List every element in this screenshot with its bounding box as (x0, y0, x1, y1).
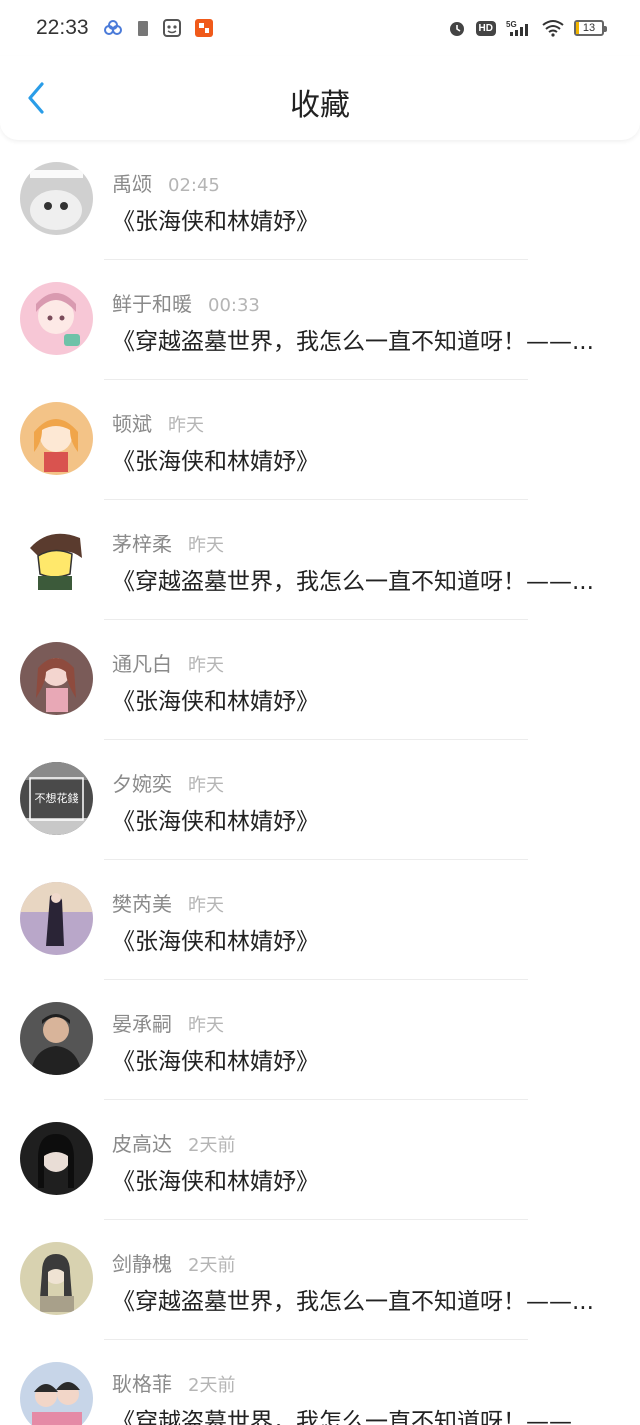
item-name: 鲜于和暖 (112, 292, 192, 316)
status-left: 22:33 (36, 16, 213, 40)
item-message: 《穿越盗墓世界，我怎么一直不知道呀！——... (112, 1409, 594, 1425)
app-badge-icon (162, 19, 181, 37)
avatar (20, 1002, 93, 1075)
list-item[interactable]: 茅梓柔 昨天 《穿越盗墓世界，我怎么一直不知道呀！——... (0, 500, 640, 620)
favorites-list: 禹颂 02:45 《张海侠和林婧妤》 鲜于和暖 00:33 《穿越盗墓世界，我怎… (0, 140, 640, 1425)
item-name: 通凡白 (112, 652, 172, 676)
item-meta: 晏承嗣 昨天 (112, 1008, 224, 1037)
item-message: 《穿越盗墓世界，我怎么一直不知道呀！——... (112, 1289, 594, 1315)
item-message: 《穿越盗墓世界，我怎么一直不知道呀！——... (112, 329, 594, 355)
list-item[interactable]: 皮高达 2天前 《张海侠和林婧妤》 (0, 1100, 640, 1220)
list-item[interactable]: 樊芮美 昨天 《张海侠和林婧妤》 (0, 860, 640, 980)
item-time: 昨天 (188, 895, 224, 916)
signal-5g-icon: 5G (506, 19, 532, 37)
list-item[interactable]: 剑静槐 2天前 《穿越盗墓世界，我怎么一直不知道呀！——... (0, 1220, 640, 1340)
item-message: 《张海侠和林婧妤》 (112, 929, 319, 955)
item-message: 《张海侠和林婧妤》 (112, 1049, 319, 1075)
list-item[interactable]: 鲜于和暖 00:33 《穿越盗墓世界，我怎么一直不知道呀！——... (0, 260, 640, 380)
item-name: 樊芮美 (112, 892, 172, 916)
item-name: 剑静槐 (112, 1252, 172, 1276)
item-time: 2天前 (188, 1135, 236, 1156)
status-time: 22:33 (36, 16, 89, 39)
item-time: 00:33 (208, 295, 260, 316)
item-meta: 通凡白 昨天 (112, 648, 224, 677)
item-message: 《张海侠和林婧妤》 (112, 809, 319, 835)
avatar (20, 402, 93, 475)
list-item[interactable]: 晏承嗣 昨天 《张海侠和林婧妤》 (0, 980, 640, 1100)
avatar (20, 1122, 93, 1195)
list-item[interactable]: 顿斌 昨天 《张海侠和林婧妤》 (0, 380, 640, 500)
wifi-icon (542, 19, 564, 37)
item-meta: 皮高达 2天前 (112, 1128, 235, 1157)
battery-icon: 13 (574, 20, 607, 36)
avatar (20, 642, 93, 715)
orange-app-icon (194, 19, 213, 37)
cloud-sync-icon (103, 20, 123, 36)
avatar-text: 不想花錢 (35, 791, 79, 805)
list-item[interactable]: 禹颂 02:45 《张海侠和林婧妤》 (0, 140, 640, 260)
item-time: 2天前 (188, 1375, 236, 1396)
avatar (20, 1242, 93, 1315)
battery-level: 13 (582, 22, 596, 34)
item-name: 茅梓柔 (112, 532, 172, 556)
battery-fill (576, 22, 580, 34)
item-name: 皮高达 (112, 1132, 172, 1156)
alarm-icon (448, 19, 466, 37)
item-name: 晏承嗣 (112, 1012, 172, 1036)
status-bar: 22:33 HD 5G 13 (0, 0, 640, 56)
item-time: 昨天 (188, 1015, 224, 1036)
avatar (20, 1362, 93, 1425)
item-meta: 剑静槐 2天前 (112, 1248, 235, 1277)
avatar (20, 162, 93, 235)
avatar (20, 522, 93, 595)
item-time: 02:45 (168, 175, 220, 196)
item-name: 禹颂 (112, 172, 152, 196)
item-meta: 禹颂 02:45 (112, 168, 220, 197)
clipboard-icon (137, 19, 149, 37)
favorites-page: 22:33 HD 5G 13 收藏 禹颂 02:45 《张海侠和林婧妤》 鲜于和… (0, 0, 640, 1425)
avatar (20, 882, 93, 955)
item-meta: 夕婉奕 昨天 (112, 768, 224, 797)
item-name: 顿斌 (112, 412, 152, 436)
page-title: 收藏 (290, 88, 350, 123)
list-item[interactable]: 耿格菲 2天前 《穿越盗墓世界，我怎么一直不知道呀！——... (0, 1340, 640, 1425)
item-meta: 茅梓柔 昨天 (112, 528, 224, 557)
item-meta: 耿格菲 2天前 (112, 1368, 235, 1397)
svg-text:5G: 5G (506, 20, 517, 29)
avatar: 不想花錢 (20, 762, 93, 835)
item-meta: 鲜于和暖 00:33 (112, 288, 260, 317)
item-time: 昨天 (188, 535, 224, 556)
avatar (20, 282, 93, 355)
item-message: 《张海侠和林婧妤》 (112, 209, 319, 235)
item-meta: 顿斌 昨天 (112, 408, 204, 437)
item-time: 昨天 (188, 775, 224, 796)
hd-icon: HD (475, 20, 496, 36)
item-time: 2天前 (188, 1255, 236, 1276)
item-message: 《张海侠和林婧妤》 (112, 449, 319, 475)
item-message: 《张海侠和林婧妤》 (112, 1169, 319, 1195)
list-item[interactable]: 不想花錢 夕婉奕 昨天 《张海侠和林婧妤》 (0, 740, 640, 860)
item-message: 《张海侠和林婧妤》 (112, 689, 319, 715)
item-name: 耿格菲 (112, 1372, 172, 1396)
item-time: 昨天 (168, 415, 204, 436)
status-right: HD 5G 13 (448, 19, 607, 37)
item-name: 夕婉奕 (112, 772, 172, 796)
nav-header: 收藏 (0, 56, 640, 140)
item-message: 《穿越盗墓世界，我怎么一直不知道呀！——... (112, 569, 594, 595)
item-meta: 樊芮美 昨天 (112, 888, 224, 917)
item-time: 昨天 (188, 655, 224, 676)
list-item[interactable]: 通凡白 昨天 《张海侠和林婧妤》 (0, 620, 640, 740)
